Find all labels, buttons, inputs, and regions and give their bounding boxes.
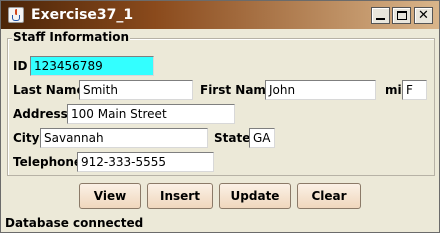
- state-field[interactable]: GA: [249, 128, 275, 148]
- mi-field[interactable]: F: [402, 80, 427, 100]
- last-name-label: Last Name: [13, 83, 85, 97]
- mi-label: mi: [385, 83, 402, 97]
- close-icon: ✕: [418, 8, 429, 23]
- app-window: Exercise37_1 ✕ Staff Information ID 1234…: [0, 0, 440, 233]
- last-name-field[interactable]: Smith: [79, 80, 193, 100]
- view-button[interactable]: View: [79, 183, 141, 209]
- maximize-icon: [397, 11, 407, 20]
- insert-button[interactable]: Insert: [147, 183, 213, 209]
- id-field[interactable]: 123456789: [30, 56, 154, 76]
- window-title: Exercise37_1: [31, 7, 134, 23]
- city-label: City: [13, 131, 40, 145]
- id-label: ID: [13, 59, 28, 73]
- first-name-field[interactable]: John: [265, 80, 376, 100]
- close-button[interactable]: ✕: [414, 7, 433, 24]
- update-button[interactable]: Update: [219, 183, 291, 209]
- telephone-label: Telephone: [13, 155, 83, 169]
- city-field[interactable]: Savannah: [40, 128, 208, 148]
- first-name-label: First Name: [200, 83, 275, 97]
- address-field[interactable]: 100 Main Street: [67, 104, 235, 124]
- title-bar[interactable]: Exercise37_1 ✕: [1, 1, 439, 29]
- minimize-icon: [376, 18, 385, 20]
- minimize-button[interactable]: [371, 7, 390, 24]
- telephone-field[interactable]: 912-333-5555: [77, 152, 214, 172]
- maximize-button[interactable]: [392, 7, 411, 24]
- address-label: Address: [13, 107, 68, 121]
- clear-button[interactable]: Clear: [297, 183, 361, 209]
- java-cup-icon: [8, 7, 24, 23]
- status-text: Database connected: [5, 216, 144, 230]
- group-title: Staff Information: [12, 30, 131, 44]
- state-label: State: [214, 131, 251, 145]
